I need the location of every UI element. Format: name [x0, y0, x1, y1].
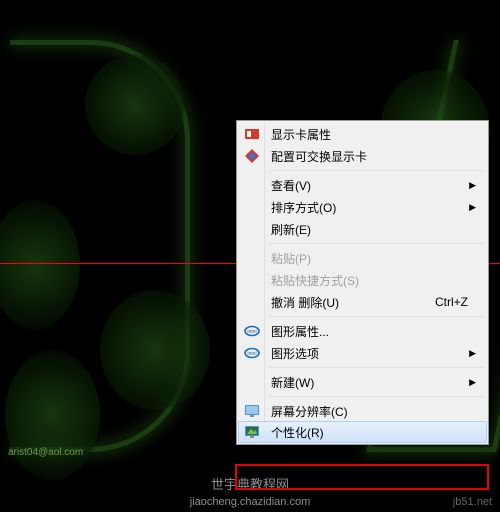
menu-label: 图形选项: [271, 345, 319, 362]
menu-separator: [269, 243, 484, 244]
menu-label: 粘贴快捷方式(S): [271, 272, 359, 289]
screen-resolution-icon: [244, 403, 260, 419]
menu-item-sort-by[interactable]: 排序方式(O) ▶: [239, 196, 486, 218]
menu-label: 刷新(E): [271, 221, 311, 238]
menu-separator: [269, 367, 484, 368]
menu-separator: [269, 170, 484, 171]
menu-label: 显示卡属性: [271, 126, 331, 143]
ati-icon: [244, 126, 260, 142]
submenu-arrow-icon: ▶: [469, 180, 476, 191]
menu-label: 图形属性...: [271, 323, 329, 340]
menu-item-refresh[interactable]: 刷新(E): [239, 218, 486, 240]
menu-item-new[interactable]: 新建(W) ▶: [239, 371, 486, 393]
menu-item-paste: 粘贴(P): [239, 247, 486, 269]
menu-item-display-card-properties[interactable]: 显示卡属性: [239, 123, 486, 145]
svg-text:intel: intel: [247, 351, 256, 357]
menu-item-configure-switchable-graphics[interactable]: 配置可交换显示卡: [239, 145, 486, 167]
menu-item-undo-delete[interactable]: 撤消 删除(U) Ctrl+Z: [239, 291, 486, 313]
menu-item-graphics-properties[interactable]: intel 图形属性...: [239, 320, 486, 342]
menu-label: 屏幕分辨率(C): [271, 403, 348, 420]
personalize-icon: [244, 424, 260, 440]
menu-label: 查看(V): [271, 177, 311, 194]
wallpaper-credit: arist04@aol.com: [8, 447, 83, 458]
intel-icon: intel: [244, 323, 260, 339]
submenu-arrow-icon: ▶: [469, 202, 476, 213]
menu-shortcut: Ctrl+Z: [435, 295, 468, 309]
menu-item-screen-resolution[interactable]: 屏幕分辨率(C): [239, 400, 486, 422]
menu-label: 新建(W): [271, 374, 314, 391]
menu-label: 排序方式(O): [271, 199, 336, 216]
submenu-arrow-icon: ▶: [469, 348, 476, 359]
menu-item-paste-shortcut: 粘贴快捷方式(S): [239, 269, 486, 291]
menu-separator: [269, 316, 484, 317]
desktop-context-menu: 显示卡属性 配置可交换显示卡 查看(V) ▶ 排序方式(O) ▶ 刷新(E) 粘…: [236, 120, 489, 445]
watermark-text: 世宇典教程网 jiaocheng.chazidian.com: [0, 474, 500, 508]
intel-icon: intel: [244, 345, 260, 361]
menu-item-graphics-options[interactable]: intel 图形选项 ▶: [239, 342, 486, 364]
menu-item-personalize[interactable]: 个性化(R): [238, 421, 487, 443]
svg-text:intel: intel: [247, 329, 256, 335]
menu-label: 撤消 删除(U): [271, 294, 339, 311]
watermark-right: jb51.net: [453, 496, 492, 508]
menu-label: 配置可交换显示卡: [271, 148, 367, 165]
menu-label: 粘贴(P): [271, 250, 311, 267]
menu-label: 个性化(R): [271, 424, 324, 441]
menu-item-view[interactable]: 查看(V) ▶: [239, 174, 486, 196]
switchable-gpu-icon: [244, 148, 260, 164]
submenu-arrow-icon: ▶: [469, 377, 476, 388]
menu-separator: [269, 396, 484, 397]
